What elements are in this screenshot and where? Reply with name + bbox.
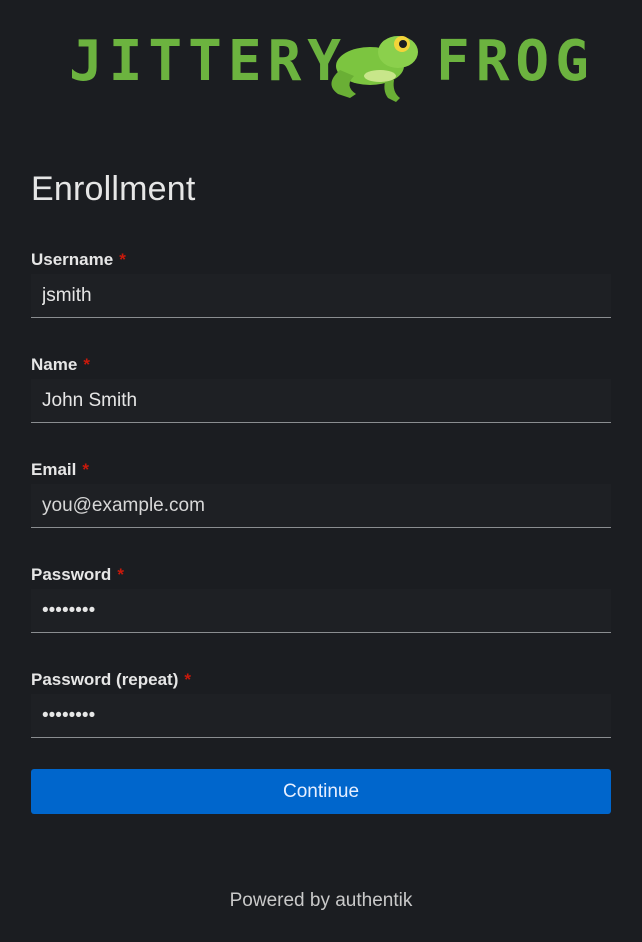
brand-logo: JITTERY FROG bbox=[0, 20, 642, 102]
email-label: Email * bbox=[31, 456, 611, 484]
required-mark: * bbox=[117, 565, 124, 584]
password-input[interactable] bbox=[31, 589, 611, 633]
name-label-text: Name bbox=[31, 355, 78, 374]
brand-right-text: FROG bbox=[436, 29, 595, 94]
powered-by-footer: Powered by authentik bbox=[229, 890, 413, 911]
email-input[interactable] bbox=[31, 484, 611, 528]
username-label-text: Username bbox=[31, 250, 114, 269]
username-group: Username * bbox=[31, 246, 611, 318]
password-label-text: Password bbox=[31, 565, 112, 584]
required-mark: * bbox=[83, 355, 90, 374]
continue-button[interactable]: Continue bbox=[31, 769, 611, 814]
password-repeat-group: Password (repeat) * bbox=[31, 666, 611, 738]
password-repeat-input[interactable] bbox=[31, 694, 611, 738]
password-repeat-label: Password (repeat) * bbox=[31, 666, 611, 694]
password-label: Password * bbox=[31, 561, 611, 589]
password-repeat-label-text: Password (repeat) bbox=[31, 670, 179, 689]
email-label-text: Email bbox=[31, 460, 77, 479]
email-group: Email * bbox=[31, 456, 611, 528]
name-input[interactable] bbox=[31, 379, 611, 423]
page-title: Enrollment bbox=[31, 170, 196, 208]
username-label: Username * bbox=[31, 246, 611, 274]
required-mark: * bbox=[184, 670, 192, 689]
password-group: Password * bbox=[31, 561, 611, 633]
enrollment-form: Username * Name * Email * Password * Passwor… bbox=[31, 246, 611, 771]
username-input[interactable] bbox=[31, 274, 611, 318]
required-mark: * bbox=[82, 460, 89, 479]
brand-left-text: JITTERY bbox=[69, 29, 347, 94]
required-mark: * bbox=[119, 250, 126, 269]
name-label: Name * bbox=[31, 351, 611, 379]
name-group: Name * bbox=[31, 351, 611, 423]
